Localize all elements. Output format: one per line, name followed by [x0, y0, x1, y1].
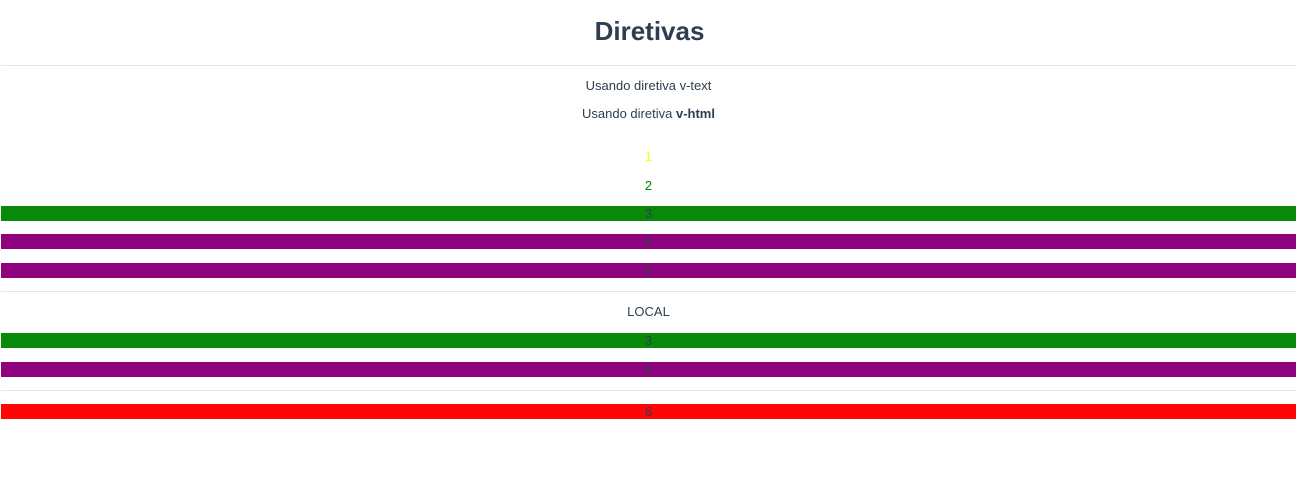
- local-item-3-label: 3: [644, 333, 653, 348]
- global-item-5: 5: [1, 263, 1296, 278]
- page-title: Diretivas: [594, 16, 705, 46]
- extra-item-6: 6: [1, 404, 1296, 419]
- local-item-4-label: 4: [644, 362, 653, 377]
- divider-top: [1, 65, 1296, 66]
- global-item-1: 1: [1, 149, 1296, 164]
- v-html-line: Usando diretiva v-html: [1, 106, 1296, 122]
- local-item-3: 3: [1, 333, 1296, 348]
- global-item-2-label: 2: [644, 178, 653, 193]
- v-html-bold: v-html: [675, 106, 715, 121]
- global-item-3-label: 3: [644, 206, 653, 221]
- global-item-5-label: 5: [644, 263, 653, 278]
- global-item-4: 4: [1, 234, 1296, 249]
- global-item-1-label: 1: [644, 149, 653, 164]
- divider-local: [1, 291, 1296, 292]
- global-item-3: 3: [1, 206, 1296, 221]
- local-heading: LOCAL: [627, 304, 670, 319]
- v-html-prefix: Usando diretiva: [582, 106, 676, 121]
- global-item-4-label: 4: [644, 234, 653, 249]
- divider-extra: [1, 390, 1296, 391]
- extra-item-6-label: 6: [644, 404, 653, 419]
- v-text-line: Usando diretiva v-text: [585, 78, 712, 93]
- local-item-4: 4: [1, 362, 1296, 377]
- global-item-2: 2: [1, 178, 1296, 193]
